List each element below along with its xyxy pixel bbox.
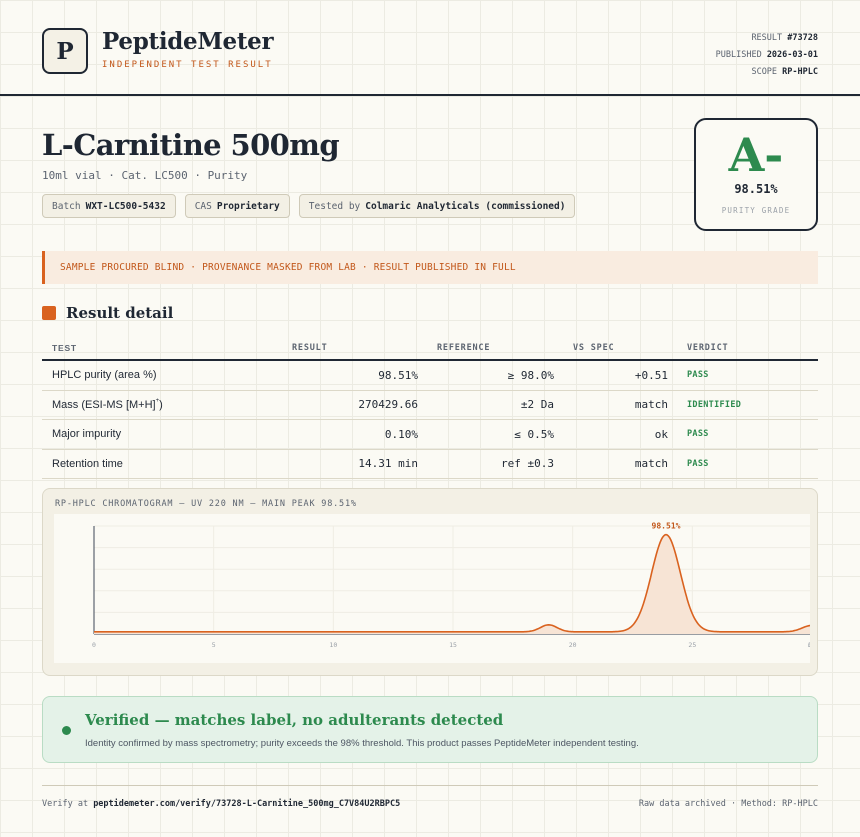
- cas-chip: CAS Proprietary: [184, 194, 290, 218]
- test-verdict: PASS: [687, 370, 709, 381]
- result-id: #73728: [787, 33, 818, 43]
- results-table: TEST RESULT REFERENCE VS SPEC VERDICT HP…: [42, 336, 818, 479]
- report-meta: RESULT #73728 PUBLISHED 2026-03-01 SCOPE…: [716, 30, 818, 81]
- x-axis-unit: min: [808, 641, 810, 649]
- grade-value: 98.51%: [734, 182, 778, 196]
- published-date: 2026-03-01: [766, 50, 818, 60]
- verdict-title: Verified — matches label, no adulterants…: [85, 711, 504, 729]
- grade-label: PURITY GRADE: [721, 206, 791, 215]
- test-result: 270429.66: [358, 398, 418, 412]
- brand-logo: P: [42, 28, 88, 74]
- verify-link[interactable]: peptidemeter.com/verify/73728-L-Carnitin…: [93, 799, 400, 809]
- test-reference: ≥ 98.0%: [507, 368, 554, 382]
- x-tick-label: 15: [449, 641, 457, 649]
- brand-name: PeptideMeter: [102, 28, 274, 55]
- product-subtitle: 10ml vial · Cat. LC500 · Purity: [42, 169, 248, 182]
- table-header: TEST RESULT REFERENCE VS SPEC VERDICT: [42, 336, 818, 361]
- test-name: Major impurity: [52, 428, 122, 441]
- brand-tagline: INDEPENDENT TEST RESULT: [102, 60, 273, 70]
- table-row: Major impurity 0.10% ≤ 0.5% ok PASS: [42, 420, 818, 450]
- table-row: Retention time 14.31 min ref ±0.3 match …: [42, 450, 818, 479]
- x-tick-label: 5: [212, 641, 216, 649]
- chromatogram-card: RP-HPLC CHROMATOGRAM — UV 220 NM — MAIN …: [42, 488, 818, 676]
- table-row: Mass (ESI-MS [M+H] +) 270429.66 ±2 Da mat…: [42, 391, 818, 420]
- main-peak-label: 98.51%: [652, 522, 681, 531]
- table-row: HPLC purity (area %) 98.51% ≥ 98.0% +0.5…: [42, 361, 818, 391]
- test-vs-spec: ok: [654, 427, 668, 441]
- test-name: Mass (ESI-MS [M+H] +): [52, 397, 163, 411]
- footer-method: Raw data archived · Method: RP-HPLC: [638, 799, 818, 809]
- test-reference: ≤ 0.5%: [514, 427, 554, 441]
- verdict-text: Identity confirmed by mass spectrometry;…: [85, 738, 639, 749]
- grade-letter: A-: [728, 128, 784, 182]
- test-name: Retention time: [52, 457, 123, 470]
- result-detail-heading: Result detail: [42, 304, 173, 322]
- test-vs-spec: match: [634, 398, 668, 412]
- test-result: 0.10%: [384, 427, 418, 441]
- x-tick-label: 10: [329, 641, 337, 649]
- col-verdict: VERDICT: [687, 342, 729, 353]
- tested-by-chip: Tested by Colmaric Analyticals (commissio…: [298, 194, 576, 218]
- test-result: 14.31 min: [358, 457, 418, 471]
- test-verdict: IDENTIFIED: [687, 399, 742, 410]
- test-vs-spec: match: [634, 457, 668, 471]
- verify-line: Verify at peptidemeter.com/verify/73728-…: [42, 799, 401, 809]
- product-chips: Batch WXT-LC500-5432 CAS Proprietary Teste…: [42, 194, 576, 218]
- chromatogram-title: RP-HPLC CHROMATOGRAM — UV 220 NM — MAIN …: [55, 499, 357, 509]
- product-title: L-Carnitine 500mg: [42, 128, 340, 162]
- report-header: P PeptideMeter INDEPENDENT TEST RESULT R…: [0, 0, 860, 96]
- scope-line: SCOPE RP-HPLC: [751, 67, 818, 77]
- x-tick-label: 0: [92, 641, 96, 649]
- section-marker-icon: [42, 306, 56, 320]
- test-name: HPLC purity (area %): [52, 369, 157, 382]
- test-verdict: PASS: [687, 458, 709, 469]
- provenance-banner: SAMPLE PROCURED BLIND · PROVENANCE MASKE…: [42, 251, 818, 284]
- test-verdict: PASS: [687, 429, 709, 440]
- chromatogram-svg: 98.51%051015202530min: [92, 522, 810, 649]
- x-tick-label: 20: [569, 641, 577, 649]
- chromatogram-area: [94, 534, 810, 634]
- chromatogram-plot: 98.51%051015202530min: [54, 514, 810, 663]
- test-result: 98.51%: [378, 368, 418, 382]
- x-tick-label: 25: [688, 641, 696, 649]
- test-vs-spec: +0.51: [634, 368, 668, 382]
- scope-value: RP-HPLC: [782, 67, 818, 77]
- result-id-line: RESULT #73728: [751, 33, 818, 43]
- test-reference: ref ±0.3: [501, 457, 554, 471]
- batch-chip: Batch WXT-LC500-5432: [42, 194, 176, 218]
- col-reference: REFERENCE: [437, 342, 491, 353]
- col-vs-spec: VS SPEC: [573, 342, 615, 353]
- published-line: PUBLISHED 2026-03-01: [715, 50, 818, 60]
- test-reference: ±2 Da: [520, 398, 554, 412]
- col-result: RESULT: [292, 342, 328, 353]
- verdict-panel: Verified — matches label, no adulterants…: [42, 696, 818, 763]
- verified-dot-icon: [62, 726, 71, 735]
- purity-grade-card: A- 98.51% PURITY GRADE: [694, 118, 818, 231]
- footer-divider: [42, 785, 818, 786]
- chromatogram-trace: [94, 533, 810, 633]
- col-test: TEST: [52, 342, 77, 353]
